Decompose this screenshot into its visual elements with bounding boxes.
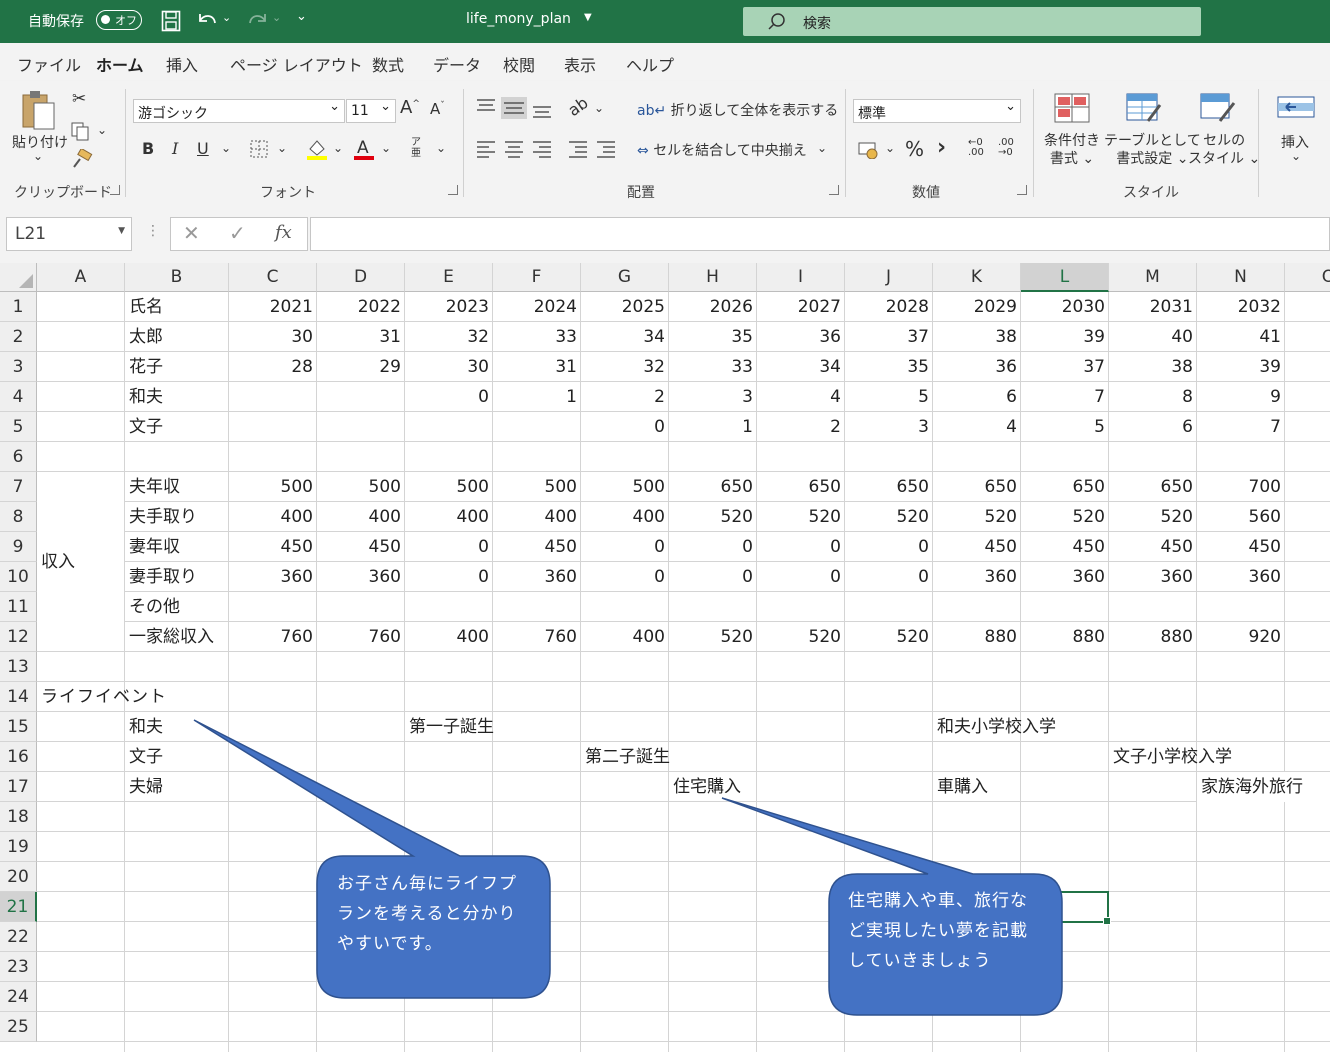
callout-left-text[interactable]: お子さん毎にライフプ ランを考えると分かり やすいです。 <box>337 869 517 959</box>
callout-left-line-2: ランを考えると分かり <box>337 904 517 924</box>
callout-right-line-3: していきましょう <box>848 951 992 971</box>
callout-right-line-1: 住宅購入や車、旅行な <box>848 891 1028 911</box>
callout-right-text[interactable]: 住宅購入や車、旅行な ど実現したい夢を記載 していきましょう <box>848 886 1028 976</box>
callout-right-line-2: ど実現したい夢を記載 <box>848 921 1028 941</box>
callout-shapes <box>193 719 1063 1016</box>
callout-left-line-3: やすいです。 <box>337 934 443 954</box>
callout-left-line-1: お子さん毎にライフプ <box>337 874 517 894</box>
